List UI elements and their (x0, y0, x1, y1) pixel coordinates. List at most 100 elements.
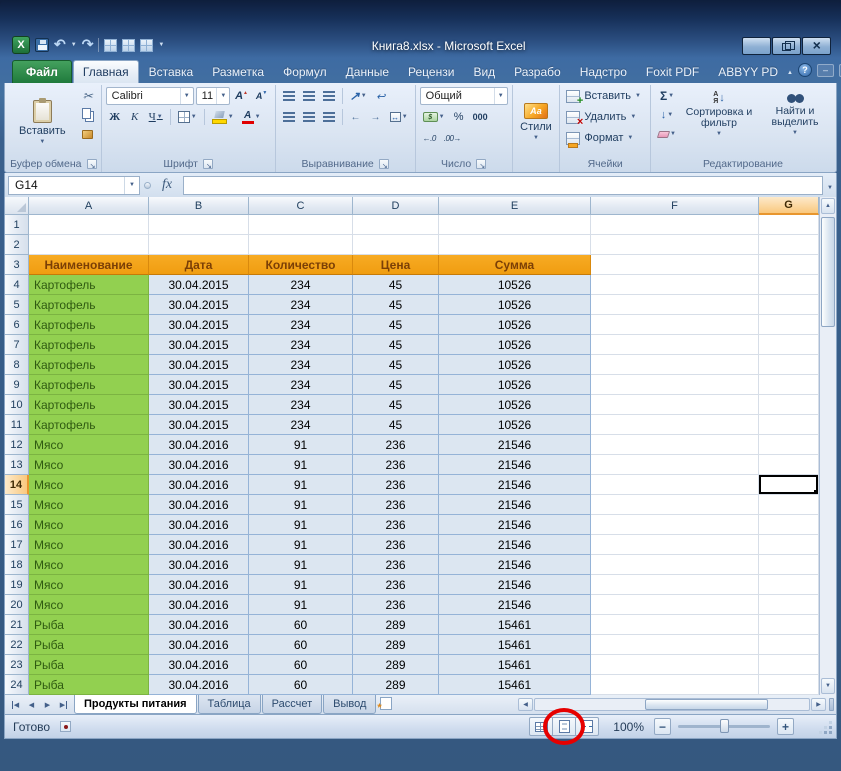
cell-F15[interactable] (591, 495, 759, 515)
cell-B16[interactable]: 30.04.2016 (149, 515, 249, 535)
bold-button[interactable]: Ж (106, 108, 124, 126)
zoom-slider-thumb[interactable] (720, 719, 729, 733)
align-center-button[interactable] (300, 108, 318, 126)
row-header-23[interactable]: 23 (5, 655, 29, 675)
cell-D21[interactable]: 289 (353, 615, 439, 635)
dialog-launcher-number[interactable] (476, 159, 486, 169)
cell-C8[interactable]: 234 (249, 355, 353, 375)
cell-F14[interactable] (591, 475, 759, 495)
cell-C22[interactable]: 60 (249, 635, 353, 655)
cell-D1[interactable] (353, 215, 439, 235)
cell-D15[interactable]: 236 (353, 495, 439, 515)
cell-E4[interactable]: 10526 (439, 275, 591, 295)
cell-C4[interactable]: 234 (249, 275, 353, 295)
increase-decimal-button[interactable] (420, 129, 439, 147)
cell-A16[interactable]: Мясо (29, 515, 149, 535)
workbook-minimize-icon[interactable] (817, 64, 834, 77)
cell-B13[interactable]: 30.04.2016 (149, 455, 249, 475)
ribbon-tab-данные[interactable]: Данные (337, 61, 398, 83)
row-header-9[interactable]: 9 (5, 375, 29, 395)
cell-F24[interactable] (591, 675, 759, 695)
cell-E11[interactable]: 10526 (439, 415, 591, 435)
row-header-7[interactable]: 7 (5, 335, 29, 355)
cell-D11[interactable]: 45 (353, 415, 439, 435)
cell-A2[interactable] (29, 235, 149, 255)
cell-B14[interactable]: 30.04.2016 (149, 475, 249, 495)
row-header-12[interactable]: 12 (5, 435, 29, 455)
cell-A17[interactable]: Мясо (29, 535, 149, 555)
scroll-up-icon[interactable] (821, 198, 835, 214)
row-header-19[interactable]: 19 (5, 575, 29, 595)
cell-A13[interactable]: Мясо (29, 455, 149, 475)
increase-indent-button[interactable] (367, 108, 385, 126)
cell-D12[interactable]: 236 (353, 435, 439, 455)
dialog-launcher-font[interactable] (203, 159, 213, 169)
cell-C11[interactable]: 234 (249, 415, 353, 435)
dialog-launcher-clipboard[interactable] (87, 159, 97, 169)
row-header-22[interactable]: 22 (5, 635, 29, 655)
cell-C3[interactable]: Количество (249, 255, 353, 275)
cell-A10[interactable]: Картофель (29, 395, 149, 415)
copy-button[interactable] (79, 106, 97, 124)
cell-D17[interactable]: 236 (353, 535, 439, 555)
cell-D4[interactable]: 45 (353, 275, 439, 295)
percent-style-button[interactable]: % (450, 108, 468, 126)
cell-C12[interactable]: 91 (249, 435, 353, 455)
cell-A9[interactable]: Картофель (29, 375, 149, 395)
resize-grip[interactable] (821, 723, 833, 735)
cell-B20[interactable]: 30.04.2016 (149, 595, 249, 615)
cell-A19[interactable]: Мясо (29, 575, 149, 595)
cell-E15[interactable]: 21546 (439, 495, 591, 515)
cell-A24[interactable]: Рыба (29, 675, 149, 695)
fill-color-button[interactable] (209, 108, 237, 126)
cell-A7[interactable]: Картофель (29, 335, 149, 355)
cell-B5[interactable]: 30.04.2015 (149, 295, 249, 315)
cell-A14[interactable]: Мясо (29, 475, 149, 495)
excel-app-icon[interactable] (12, 36, 30, 54)
cell-F7[interactable] (591, 335, 759, 355)
cell-C7[interactable]: 234 (249, 335, 353, 355)
cell-G9[interactable] (759, 375, 819, 395)
zoom-slider[interactable] (678, 725, 770, 728)
cell-F10[interactable] (591, 395, 759, 415)
row-header-17[interactable]: 17 (5, 535, 29, 555)
cell-E19[interactable]: 21546 (439, 575, 591, 595)
row-header-18[interactable]: 18 (5, 555, 29, 575)
cell-G8[interactable] (759, 355, 819, 375)
cell-B12[interactable]: 30.04.2016 (149, 435, 249, 455)
cell-E9[interactable]: 10526 (439, 375, 591, 395)
increase-font-button[interactable] (232, 87, 250, 105)
clear-button[interactable] (655, 125, 679, 143)
column-header-b[interactable]: B (149, 197, 249, 215)
expand-formula-bar-icon[interactable] (827, 176, 833, 194)
ribbon-tab-вид[interactable]: Вид (464, 61, 504, 83)
cell-G17[interactable] (759, 535, 819, 555)
cell-F1[interactable] (591, 215, 759, 235)
tab-split-handle[interactable] (829, 698, 834, 711)
row-header-6[interactable]: 6 (5, 315, 29, 335)
cell-D5[interactable]: 45 (353, 295, 439, 315)
row-header-14[interactable]: 14 (5, 475, 29, 495)
underline-button[interactable]: Ч (146, 108, 166, 126)
cell-B6[interactable]: 30.04.2015 (149, 315, 249, 335)
cell-A15[interactable]: Мясо (29, 495, 149, 515)
cell-C16[interactable]: 91 (249, 515, 353, 535)
cell-G13[interactable] (759, 455, 819, 475)
insert-function-button[interactable]: fx (155, 177, 179, 193)
ribbon-tab-вставка[interactable]: Вставка (140, 61, 203, 83)
select-all-corner[interactable] (5, 197, 29, 215)
align-bottom-button[interactable] (320, 87, 338, 105)
cell-F6[interactable] (591, 315, 759, 335)
cell-G4[interactable] (759, 275, 819, 295)
cell-G18[interactable] (759, 555, 819, 575)
cell-F11[interactable] (591, 415, 759, 435)
cell-G11[interactable] (759, 415, 819, 435)
sort-filter-button[interactable]: Сортировка и фильтр (683, 87, 755, 157)
cell-G2[interactable] (759, 235, 819, 255)
cell-E7[interactable]: 10526 (439, 335, 591, 355)
font-family-select[interactable]: Calibri (106, 87, 194, 105)
cell-B23[interactable]: 30.04.2016 (149, 655, 249, 675)
cell-C18[interactable]: 91 (249, 555, 353, 575)
ribbon-tab-разрабо[interactable]: Разрабо (505, 61, 570, 83)
undo-dropdown-arrow[interactable] (71, 42, 77, 48)
